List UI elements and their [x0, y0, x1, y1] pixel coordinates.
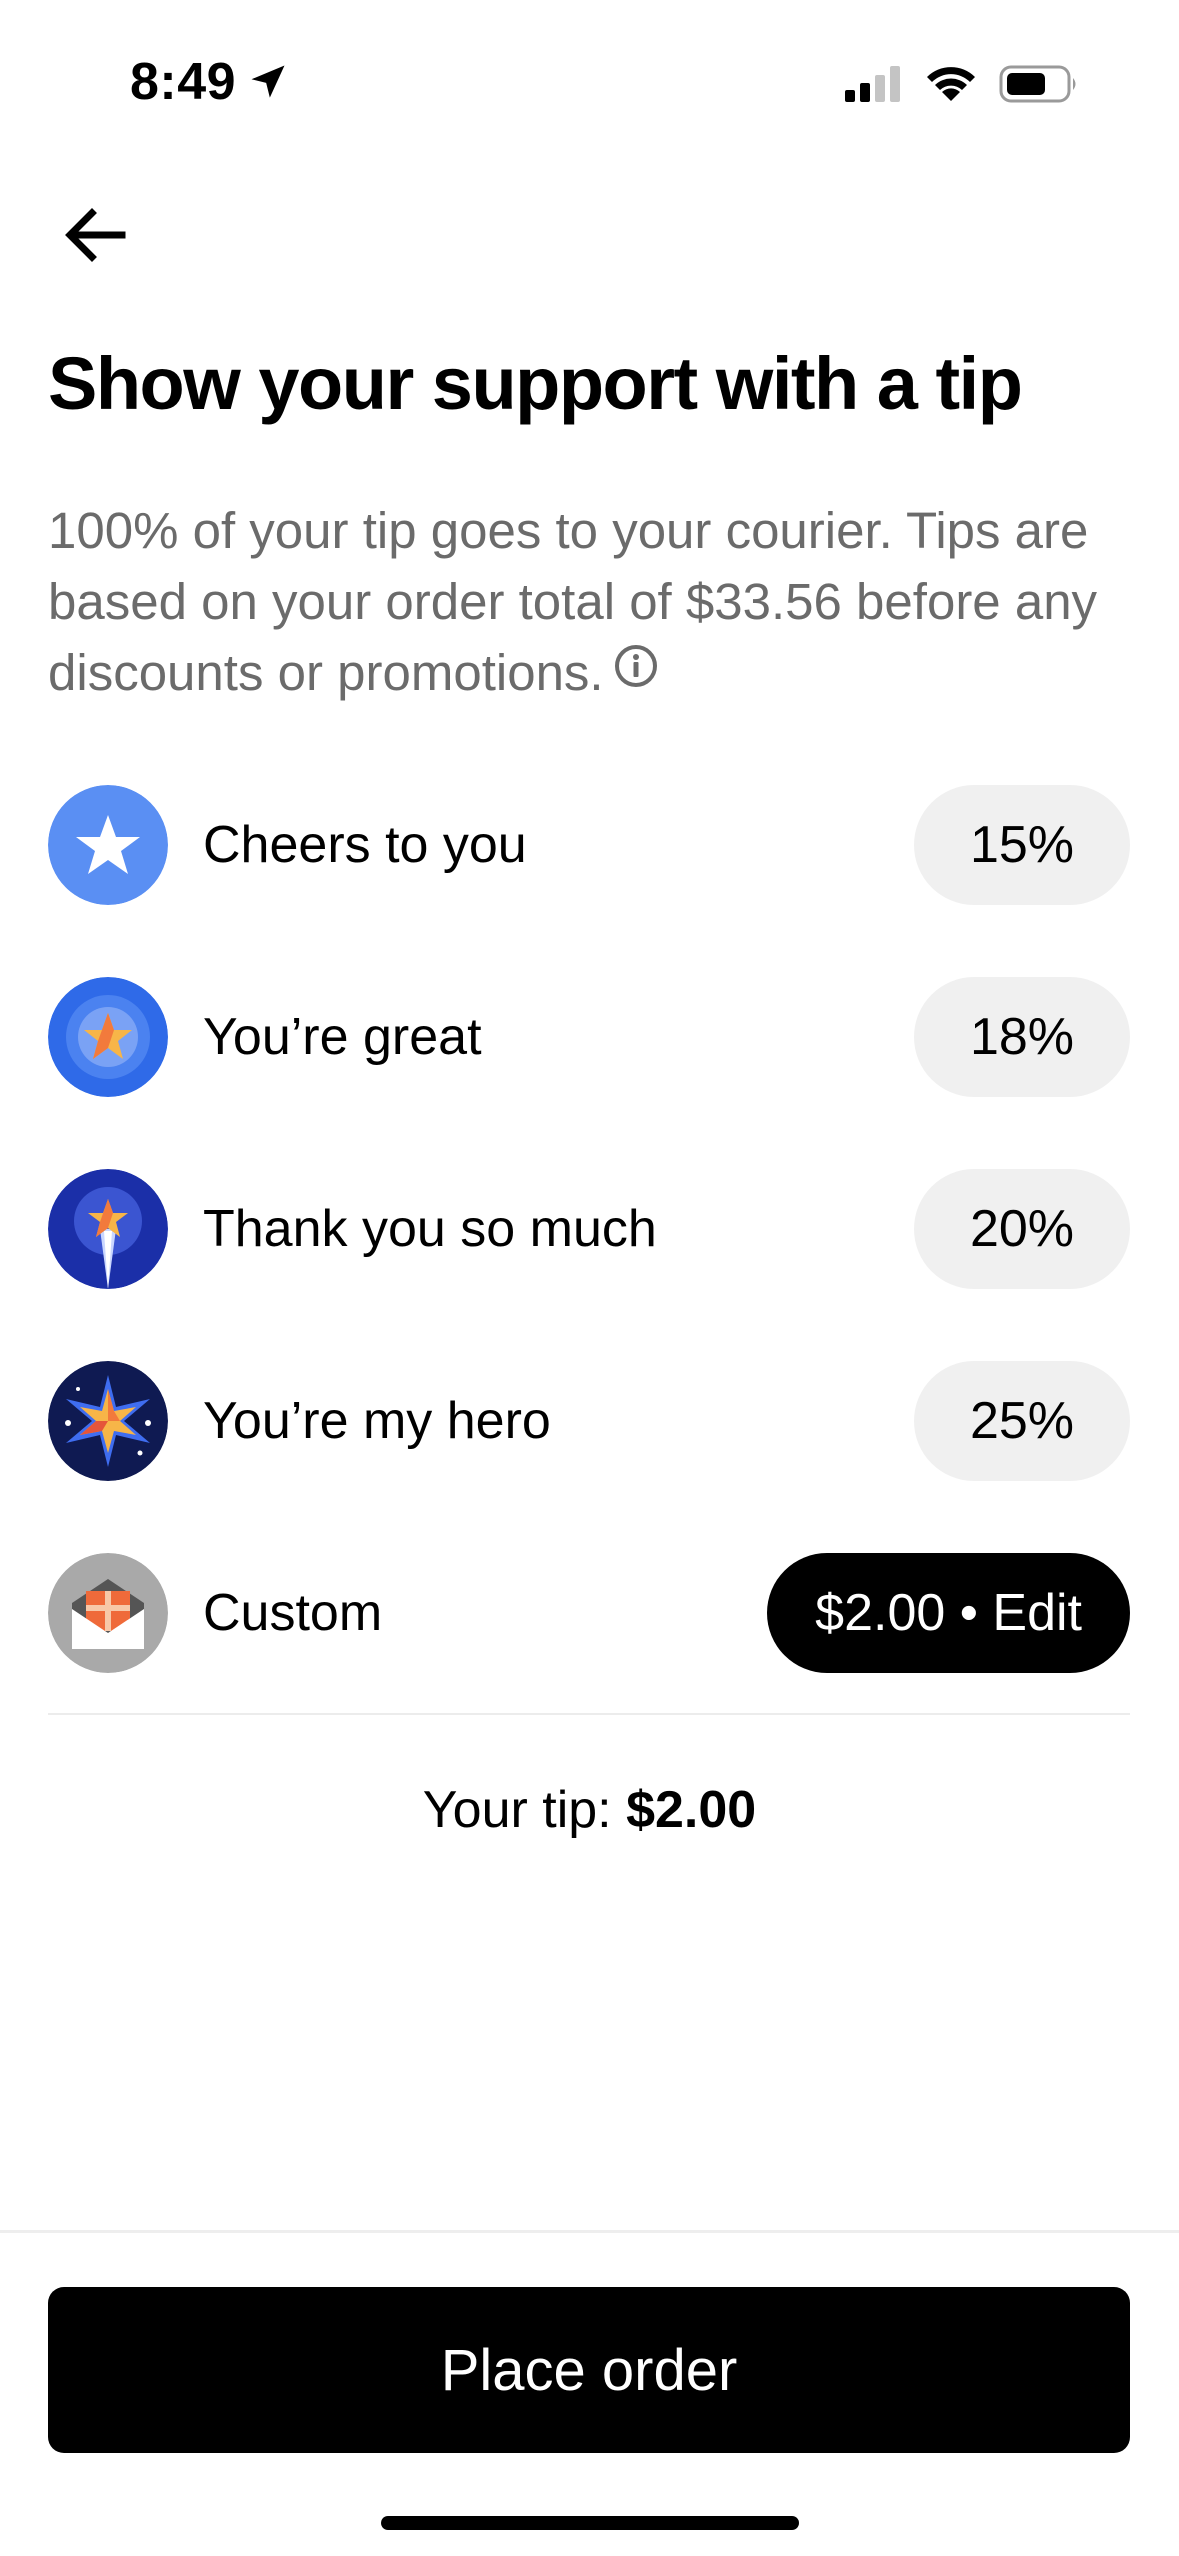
tip-option-20[interactable]: Thank you so much 20%: [48, 1169, 1130, 1289]
tip-percent-button[interactable]: 20%: [914, 1169, 1130, 1289]
battery-icon: [999, 65, 1076, 103]
tip-option-15[interactable]: Cheers to you 15%: [48, 785, 1130, 905]
tip-option-custom[interactable]: Custom $2.00 • Edit: [48, 1553, 1130, 1673]
tip-screen: 8:49 Show your support with a tip 100% o…: [0, 0, 1179, 2556]
tip-label: Thank you so much: [203, 1200, 657, 1258]
page-title: Show your support with a tip: [48, 342, 1023, 425]
gift-envelope-icon: [48, 1553, 168, 1673]
tip-label: You’re my hero: [203, 1392, 551, 1450]
tip-summary: Your tip: $2.00: [0, 1780, 1179, 1840]
divider: [48, 1713, 1130, 1715]
wifi-icon: [927, 67, 975, 101]
tip-summary-amount: $2.00: [626, 1781, 757, 1839]
hero-star-badge-icon: [48, 1361, 168, 1481]
tip-label: You’re great: [203, 1008, 482, 1066]
tip-percent-button[interactable]: 25%: [914, 1361, 1130, 1481]
status-time-text: 8:49: [130, 53, 237, 111]
place-order-button[interactable]: Place order: [48, 2287, 1130, 2453]
home-indicator[interactable]: [381, 2516, 799, 2530]
back-button[interactable]: [55, 195, 135, 275]
star-rocket-badge-icon: [48, 1169, 168, 1289]
custom-tip-edit-button[interactable]: $2.00 • Edit: [767, 1553, 1130, 1673]
tip-percent-button[interactable]: 15%: [914, 785, 1130, 905]
status-time: 8:49: [130, 52, 290, 112]
star-badge-light-icon: [48, 785, 168, 905]
tip-label: Cheers to you: [203, 816, 527, 874]
page-subtitle: 100% of your tip goes to your courier. T…: [48, 495, 1108, 712]
arrow-left-icon: [65, 208, 126, 262]
tip-label: Custom: [203, 1584, 383, 1642]
location-arrow-icon: [251, 65, 285, 98]
subtitle-text: 100% of your tip goes to your courier. T…: [48, 502, 1098, 701]
tip-options: Cheers to you 15% You’re great 18% Thank…: [48, 785, 1130, 1673]
status-icons: [845, 64, 1079, 104]
tip-option-25[interactable]: You’re my hero 25%: [48, 1361, 1130, 1481]
cellular-signal-icon: [845, 66, 900, 102]
tip-option-18[interactable]: You’re great 18%: [48, 977, 1130, 1097]
tip-summary-label: Your tip:: [422, 1781, 612, 1839]
status-bar: 8:49: [0, 0, 1179, 170]
info-icon[interactable]: [612, 637, 660, 708]
tip-percent-button[interactable]: 18%: [914, 977, 1130, 1097]
star-badge-blue-icon: [48, 977, 168, 1097]
footer-divider: [0, 2230, 1179, 2233]
